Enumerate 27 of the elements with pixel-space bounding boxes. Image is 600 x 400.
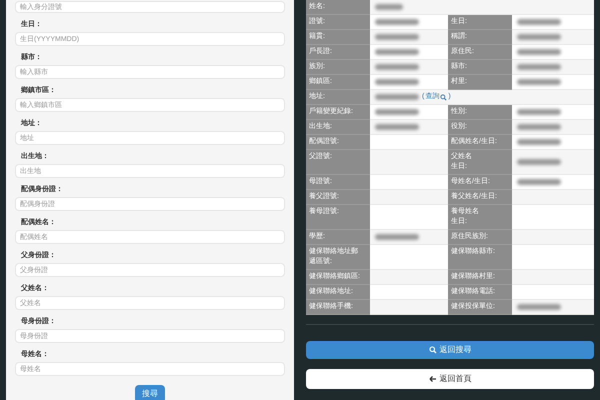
- blurred-value: [517, 179, 561, 185]
- blurred-value: [517, 79, 561, 85]
- blurred-value: [517, 64, 561, 70]
- blurred-value: [375, 49, 419, 55]
- blurred-value: [517, 34, 561, 40]
- back-to-search-button[interactable]: 返回搜尋: [306, 341, 594, 359]
- search-button[interactable]: 搜尋: [135, 385, 165, 400]
- blurred-value: [517, 159, 561, 165]
- blurred-value: [517, 139, 561, 145]
- blurred-value: [375, 94, 419, 100]
- blurred-value: [517, 19, 561, 25]
- blurred-value: [375, 64, 419, 70]
- blurred-value: [517, 49, 561, 55]
- blurred-value: [375, 109, 419, 115]
- blurred-value: [375, 234, 419, 240]
- search-icon: [440, 94, 448, 100]
- blurred-value: [375, 34, 419, 40]
- back-arrow-icon: [428, 375, 436, 383]
- blurred-value: [375, 4, 403, 10]
- blurred-value: [517, 124, 561, 130]
- back-home-button[interactable]: 返回首頁: [306, 369, 594, 389]
- blurred-value: [517, 109, 561, 115]
- blurred-value: [375, 124, 419, 130]
- blurred-value: [517, 304, 561, 310]
- blurred-value: [375, 79, 419, 85]
- search-icon: [428, 346, 436, 354]
- blurred-value: [375, 19, 419, 25]
